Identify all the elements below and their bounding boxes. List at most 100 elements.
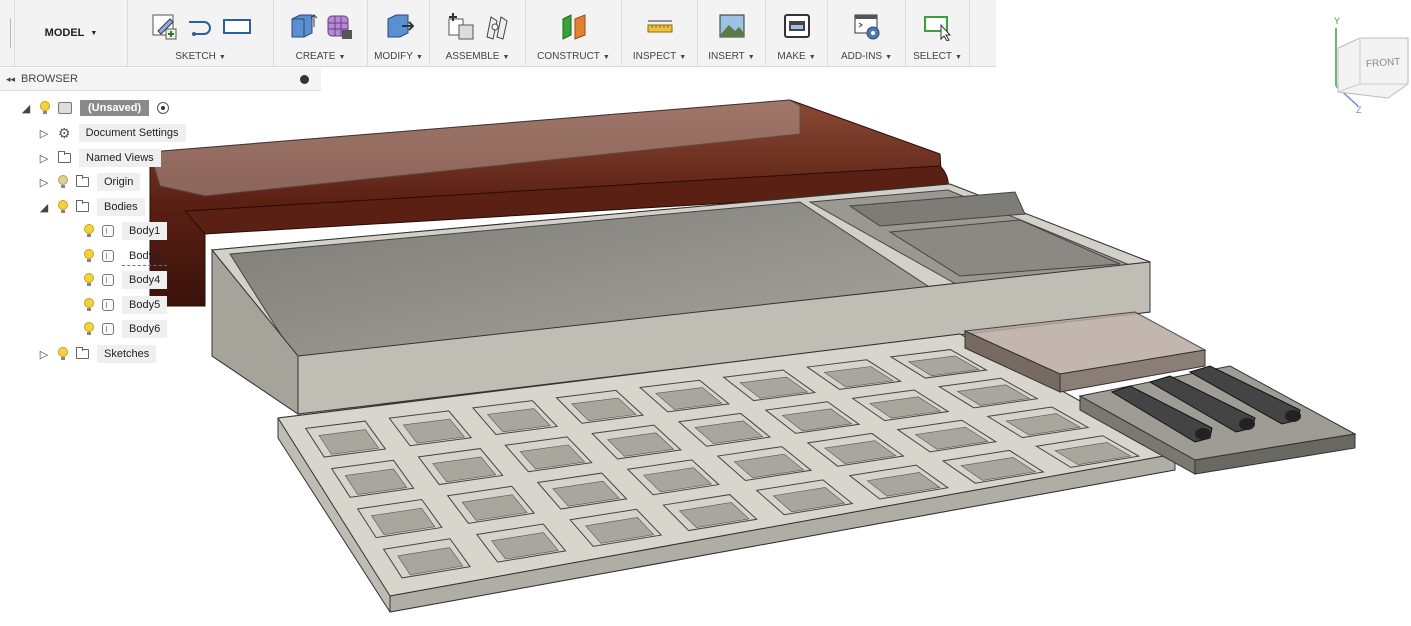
tree-root-component[interactable]: ◢ (Unsaved): [20, 98, 170, 118]
expand-triangle-icon[interactable]: ◢: [20, 102, 32, 115]
select-menu-label: SELECT: [913, 51, 952, 62]
collapsed-triangle-icon[interactable]: ▷: [38, 348, 50, 361]
body-icon: [102, 225, 114, 237]
sketch-menu-label: SKETCH: [175, 51, 216, 62]
extrude-icon[interactable]: [288, 11, 318, 41]
toolbar-group-inspect[interactable]: INSPECT ▼: [622, 0, 698, 66]
toolbar-group-construct[interactable]: CONSTRUCT ▼: [526, 0, 622, 66]
tree-item-document-settings[interactable]: ▷ ⚙ Document Settings: [38, 123, 186, 143]
tree-item-body6[interactable]: Body6: [84, 319, 168, 339]
collapse-browser-icon[interactable]: ◂◂: [6, 74, 15, 85]
tree-item-label: Body4: [122, 271, 168, 289]
create-menu-label: CREATE: [295, 51, 336, 62]
root-component-label: (Unsaved): [80, 100, 150, 116]
viewcube-axis-y: Y: [1334, 16, 1340, 26]
collapsed-triangle-icon[interactable]: ▷: [38, 127, 50, 140]
chevron-down-icon: ▼: [90, 29, 98, 37]
visibility-bulb-icon[interactable]: [84, 249, 94, 263]
visibility-bulb-icon[interactable]: [58, 175, 68, 189]
visibility-bulb-icon[interactable]: [58, 200, 68, 214]
tree-item-label: Body5: [122, 296, 168, 314]
toolbar-group-insert[interactable]: INSERT ▼: [698, 0, 766, 66]
toolbar-group-addins[interactable]: ADD-INS ▼: [828, 0, 906, 66]
tree-item-label: Body1: [122, 222, 168, 240]
component-icon: [58, 102, 72, 114]
tree-item-label: Body6: [122, 320, 168, 338]
chevron-down-icon: ▼: [885, 54, 893, 61]
tree-item-label: Bodies: [97, 198, 145, 216]
viewcube[interactable]: Y Z FRONT: [1330, 14, 1410, 114]
construct-menu-label: CONSTRUCT: [537, 51, 600, 62]
tree-item-sketches[interactable]: ▷ Sketches: [38, 344, 157, 364]
3d-print-icon[interactable]: [782, 11, 812, 41]
toolbar-group-modify[interactable]: MODIFY ▼: [368, 0, 430, 66]
visibility-bulb-icon[interactable]: [84, 273, 94, 287]
body-icon: [102, 299, 114, 311]
scripts-addins-icon[interactable]: [852, 11, 882, 41]
browser-title: BROWSER: [21, 73, 78, 85]
workspace-switcher[interactable]: MODEL ▼: [15, 0, 128, 66]
measure-icon[interactable]: [645, 11, 675, 41]
browser-panel-header[interactable]: ◂◂ BROWSER: [0, 68, 321, 91]
new-component-icon[interactable]: [445, 11, 475, 41]
joint-icon[interactable]: [481, 11, 511, 41]
visibility-bulb-icon[interactable]: [40, 101, 50, 115]
expand-triangle-icon[interactable]: ◢: [38, 201, 50, 214]
tree-item-label: Document Settings: [78, 124, 186, 142]
chevron-down-icon: ▼: [747, 54, 755, 61]
modify-menu-label: MODIFY: [374, 51, 413, 62]
collapsed-triangle-icon[interactable]: ▷: [38, 152, 50, 165]
press-pull-icon[interactable]: [384, 11, 414, 41]
tree-item-label: Origin: [97, 173, 141, 191]
tree-item-named-views[interactable]: ▷ Named Views: [38, 148, 161, 168]
folder-icon: [76, 347, 89, 359]
make-menu-label: MAKE: [777, 51, 806, 62]
collapsed-triangle-icon[interactable]: ▷: [38, 176, 50, 189]
pin-icon[interactable]: [300, 74, 309, 84]
insert-menu-label: INSERT: [708, 51, 745, 62]
toolbar-group-make[interactable]: MAKE ▼: [766, 0, 828, 66]
gear-icon: ⚙: [58, 125, 71, 141]
visibility-bulb-icon[interactable]: [84, 322, 94, 336]
visibility-bulb-icon[interactable]: [84, 224, 94, 238]
chevron-down-icon: ▼: [954, 54, 962, 61]
line-icon[interactable]: [186, 11, 216, 41]
folder-icon: [58, 151, 71, 163]
activate-component-icon[interactable]: [157, 102, 170, 114]
inspect-menu-label: INSPECT: [632, 51, 677, 62]
tree-item-body4[interactable]: Body4: [84, 270, 168, 290]
chevron-down-icon: ▼: [679, 54, 687, 61]
viewcube-axis-z: Z: [1356, 105, 1362, 114]
tree-item-body5[interactable]: Body5: [84, 295, 168, 315]
chevron-down-icon: ▼: [338, 54, 346, 61]
toolbar-group-create[interactable]: CREATE ▼: [274, 0, 368, 66]
chevron-down-icon: ▼: [415, 54, 423, 61]
tree-item-label: Body3: [122, 247, 168, 266]
workspace-label: MODEL: [44, 27, 85, 39]
folder-icon: [76, 200, 89, 212]
visibility-bulb-icon[interactable]: [58, 347, 68, 361]
chevron-down-icon: ▼: [808, 54, 816, 61]
tree-item-label: Sketches: [97, 345, 157, 363]
body-icon: [102, 250, 114, 262]
visibility-bulb-icon[interactable]: [84, 298, 94, 312]
toolbar-group-select[interactable]: SELECT ▼: [906, 0, 970, 66]
body-icon: [102, 323, 114, 335]
create-form-icon[interactable]: [324, 11, 354, 41]
offset-plane-icon[interactable]: [559, 11, 589, 41]
create-sketch-icon[interactable]: [150, 11, 180, 41]
tree-item-origin[interactable]: ▷ Origin: [38, 172, 141, 192]
tree-item-label: Named Views: [79, 149, 161, 167]
toolbar-group-sketch[interactable]: SKETCH ▼: [128, 0, 274, 66]
tree-item-body1[interactable]: Body1: [84, 221, 168, 241]
canvas-viewport[interactable]: [0, 66, 1411, 626]
toolbar-group-assemble[interactable]: ASSEMBLE ▼: [430, 0, 526, 66]
tree-item-body3[interactable]: Body3: [84, 246, 168, 266]
window-select-icon[interactable]: [923, 11, 953, 41]
insert-image-icon[interactable]: [717, 11, 747, 41]
assemble-menu-label: ASSEMBLE: [445, 51, 500, 62]
rectangle-icon[interactable]: [222, 11, 252, 41]
addins-menu-label: ADD-INS: [840, 51, 883, 62]
toolbar-grip[interactable]: [0, 0, 15, 66]
tree-item-bodies[interactable]: ◢ Bodies: [38, 197, 145, 217]
